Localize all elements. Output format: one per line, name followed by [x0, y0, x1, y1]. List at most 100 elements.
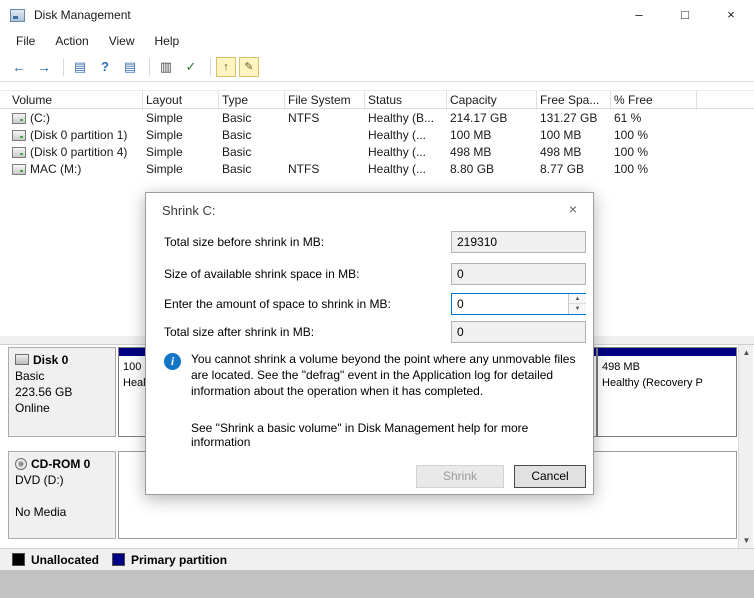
help-text: See "Shrink a basic volume" in Disk Mana… — [191, 421, 529, 449]
field-shrink-amount[interactable]: 0 ▲ ▼ — [451, 293, 586, 315]
cdrom-title: CD-ROM 0 — [15, 457, 109, 471]
volume-row-c[interactable]: (C:) Simple Basic NTFS Healthy (B... 214… — [0, 110, 754, 127]
close-button[interactable]: × — [708, 0, 754, 30]
cell-layout: Simple — [146, 162, 183, 176]
dialog-close-icon[interactable]: × — [561, 199, 585, 219]
cell-status: Healthy (B... — [368, 111, 435, 125]
app-icon — [10, 9, 25, 22]
disk0-header[interactable]: Disk 0 Basic 223.56 GB Online — [8, 347, 116, 437]
shrink-button: Shrink — [416, 465, 504, 488]
menu-action[interactable]: Action — [45, 30, 98, 52]
cell-volume: MAC (M:) — [30, 162, 82, 176]
cell-status: Healthy (... — [368, 145, 427, 159]
col-status[interactable]: Status — [368, 93, 402, 107]
cell-capacity: 498 MB — [450, 145, 492, 159]
partition-stripe — [598, 348, 736, 357]
col-type[interactable]: Type — [222, 93, 248, 107]
volume-list-header: Volume Layout Type File System Status Ca… — [0, 90, 754, 110]
cell-free-space: 498 MB — [540, 145, 582, 159]
console-tree-icon[interactable]: ▤ — [69, 56, 91, 78]
info-text: You cannot shrink a volume beyond the po… — [191, 352, 576, 398]
cell-pct-free: 100 % — [614, 162, 649, 176]
toolbar-separator — [210, 57, 211, 76]
menu-help[interactable]: Help — [145, 30, 190, 52]
field-total-before: 219310 — [451, 231, 586, 253]
edit-icon[interactable]: ✎ — [239, 56, 259, 77]
header-separator[interactable] — [696, 91, 697, 110]
legend-swatch-unallocated — [12, 553, 25, 566]
cell-status: Healthy (... — [368, 162, 427, 176]
toolbar-separator — [149, 57, 150, 76]
toolbar-separator — [63, 57, 64, 76]
scroll-up-icon[interactable]: ▲ — [739, 345, 754, 361]
disk0-size: 223.56 GB — [15, 385, 73, 399]
spinner-up-icon[interactable]: ▲ — [569, 294, 586, 304]
col-capacity[interactable]: Capacity — [450, 93, 497, 107]
minimize-button[interactable]: – — [616, 0, 662, 30]
legend-bar: Unallocated Primary partition — [0, 548, 754, 570]
check-list-icon[interactable]: ✓ — [180, 56, 202, 78]
cell-pct-free: 61 % — [614, 111, 642, 125]
header-separator[interactable] — [446, 91, 447, 110]
cell-pct-free: 100 % — [614, 128, 649, 142]
cell-free-space: 131.27 GB — [540, 111, 598, 125]
partition-box-recovery[interactable]: 498 MB Healthy (Recovery P — [597, 347, 737, 437]
cell-volume: (C:) — [30, 111, 50, 125]
cell-capacity: 100 MB — [450, 128, 492, 142]
cancel-button[interactable]: Cancel — [514, 465, 586, 488]
menu-file[interactable]: File — [6, 30, 45, 52]
window-title: Disk Management — [34, 8, 131, 22]
spinner: ▲ ▼ — [568, 294, 586, 314]
col-layout[interactable]: Layout — [146, 93, 182, 107]
cell-volume: (Disk 0 partition 4) — [30, 145, 128, 159]
menu-view[interactable]: View — [99, 30, 145, 52]
legend-swatch-primary — [112, 553, 125, 566]
col-volume[interactable]: Volume — [12, 93, 52, 107]
label-total-before: Total size before shrink in MB: — [164, 235, 325, 249]
header-separator[interactable] — [284, 91, 285, 110]
volume-icon — [12, 164, 26, 175]
label-shrink-amount: Enter the amount of space to shrink in M… — [164, 297, 391, 311]
back-icon[interactable]: ← — [8, 56, 30, 78]
field-available-space: 0 — [451, 263, 586, 285]
cell-capacity: 214.17 GB — [450, 111, 508, 125]
up-folder-icon[interactable]: ↑ — [216, 56, 236, 77]
volume-row-partition1[interactable]: (Disk 0 partition 1) Simple Basic Health… — [0, 127, 754, 144]
disk0-title: Disk 0 — [15, 353, 109, 367]
maximize-button[interactable]: □ — [662, 0, 708, 30]
shrink-amount-value: 0 — [457, 297, 464, 311]
scroll-down-icon[interactable]: ▼ — [739, 533, 754, 549]
header-separator[interactable] — [218, 91, 219, 110]
action-pane-icon[interactable]: ▥ — [155, 56, 177, 78]
menu-bar: File Action View Help — [0, 30, 754, 52]
properties-icon[interactable]: ▤ — [119, 56, 141, 78]
cdrom-header[interactable]: CD-ROM 0 DVD (D:) No Media — [8, 451, 116, 539]
legend-label-primary: Primary partition — [131, 553, 228, 567]
spinner-down-icon[interactable]: ▼ — [569, 304, 586, 314]
vertical-scrollbar[interactable]: ▲ ▼ — [738, 345, 753, 549]
header-separator[interactable] — [610, 91, 611, 110]
header-separator[interactable] — [142, 91, 143, 110]
cell-type: Basic — [222, 145, 252, 159]
label-available-space: Size of available shrink space in MB: — [164, 267, 360, 281]
disk0-type: Basic — [15, 369, 45, 383]
cell-pct-free: 100 % — [614, 145, 649, 159]
volume-icon — [12, 130, 26, 141]
cell-free-space: 100 MB — [540, 128, 582, 142]
col-pct-free[interactable]: % Free — [614, 93, 653, 107]
partition-size: 498 MB — [602, 361, 640, 373]
info-icon: i — [164, 353, 181, 370]
disk-icon — [15, 354, 29, 365]
partition-status: Healthy (Recovery P — [602, 377, 703, 389]
header-separator[interactable] — [536, 91, 537, 110]
help-icon[interactable]: ? — [94, 56, 116, 78]
desktop-background — [0, 570, 754, 598]
col-free-space[interactable]: Free Spa... — [540, 93, 599, 107]
col-file-system[interactable]: File System — [288, 93, 351, 107]
volume-row-mac[interactable]: MAC (M:) Simple Basic NTFS Healthy (... … — [0, 161, 754, 178]
header-separator[interactable] — [364, 91, 365, 110]
volume-row-partition4[interactable]: (Disk 0 partition 4) Simple Basic Health… — [0, 144, 754, 161]
field-total-after: 0 — [451, 321, 586, 343]
forward-icon[interactable]: → — [33, 56, 55, 78]
dialog-title: Shrink C: — [162, 203, 216, 218]
